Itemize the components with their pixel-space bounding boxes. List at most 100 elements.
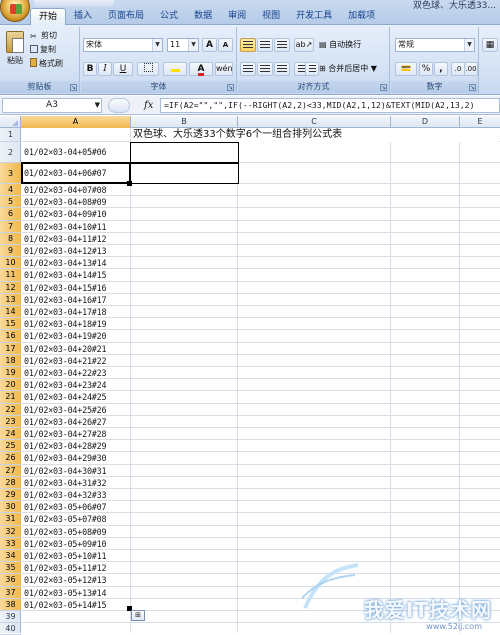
cell-a13[interactable]: 01/02×03-04+16#17 xyxy=(21,294,130,306)
merge-center-button[interactable]: ⊞ 合并后居中 ▼ xyxy=(318,62,388,76)
row-header-6[interactable]: 6 xyxy=(0,208,21,221)
number-format-select[interactable]: 常规 ▼ xyxy=(395,38,475,52)
cell-a8[interactable]: 01/02×03-04+11#12 xyxy=(21,233,130,245)
align-top-button[interactable] xyxy=(240,38,256,52)
increase-decimal-button[interactable]: .0 xyxy=(451,62,465,76)
row-header-26[interactable]: 26 xyxy=(0,452,21,465)
row-header-2[interactable]: 2 xyxy=(0,142,21,163)
cell-a22[interactable]: 01/02×03-04+25#26 xyxy=(21,404,130,416)
cell-a23[interactable]: 01/02×03-04+26#27 xyxy=(21,416,130,428)
cell-a27[interactable]: 01/02×03-04+30#31 xyxy=(21,465,130,477)
cell-a3[interactable]: 01/02×03-04+06#07 xyxy=(21,163,130,184)
cell-a14[interactable]: 01/02×03-04+17#18 xyxy=(21,306,130,318)
row-header-16[interactable]: 16 xyxy=(0,330,21,343)
column-header-b[interactable]: B xyxy=(131,116,238,128)
orientation-button[interactable]: ab↗ xyxy=(294,38,314,52)
align-middle-button[interactable] xyxy=(257,38,273,52)
grow-font-button[interactable]: A xyxy=(202,38,217,52)
row-header-24[interactable]: 24 xyxy=(0,428,21,441)
row-header-17[interactable]: 17 xyxy=(0,342,21,355)
cell-a31[interactable]: 01/02×03-05+07#08 xyxy=(21,513,130,525)
row-header-13[interactable]: 13 xyxy=(0,293,21,306)
row-header-23[interactable]: 23 xyxy=(0,415,21,428)
fill-color-button[interactable] xyxy=(163,62,187,76)
insert-function-button[interactable]: fx xyxy=(144,98,153,113)
row-header-28[interactable]: 28 xyxy=(0,476,21,489)
dialog-launcher-icon[interactable]: ↘ xyxy=(469,84,476,91)
row-header-34[interactable]: 34 xyxy=(0,550,21,563)
tab-7[interactable]: 开发工具 xyxy=(288,8,340,25)
cell-a29[interactable]: 01/02×03-04+32#33 xyxy=(21,489,130,501)
select-all-button[interactable] xyxy=(0,116,21,128)
paste-button[interactable]: 粘贴 xyxy=(4,31,26,71)
row-header-1[interactable]: 1 xyxy=(0,128,21,142)
tab-5[interactable]: 审阅 xyxy=(220,8,254,25)
row-header-14[interactable]: 14 xyxy=(0,306,21,319)
cell-a24[interactable]: 01/02×03-04+27#28 xyxy=(21,428,130,440)
borders-button[interactable] xyxy=(137,62,159,76)
font-color-button[interactable]: A xyxy=(189,62,213,76)
font-name-select[interactable]: 宋体 ▼ xyxy=(83,38,163,52)
row-header-32[interactable]: 32 xyxy=(0,525,21,538)
autofill-options-button[interactable]: ⊞ xyxy=(131,610,145,621)
cell-a7[interactable]: 01/02×03-04+10#11 xyxy=(21,221,130,233)
row-header-31[interactable]: 31 xyxy=(0,513,21,526)
align-bottom-button[interactable] xyxy=(274,38,290,52)
cell-a6[interactable]: 01/02×03-04+09#10 xyxy=(21,208,130,220)
cell-a4[interactable]: 01/02×03-04+07#08 xyxy=(21,184,130,196)
row-header-33[interactable]: 33 xyxy=(0,537,21,550)
cell-a28[interactable]: 01/02×03-04+31#32 xyxy=(21,477,130,489)
row-header-20[interactable]: 20 xyxy=(0,379,21,392)
cell-a5[interactable]: 01/02×03-04+08#09 xyxy=(21,196,130,208)
phonetic-button[interactable]: wén xyxy=(215,62,233,76)
cell-a21[interactable]: 01/02×03-04+24#25 xyxy=(21,391,130,403)
cell-a9[interactable]: 01/02×03-04+12#13 xyxy=(21,245,130,257)
row-header-3[interactable]: 3 xyxy=(0,163,21,184)
cell-a38[interactable]: 01/02×03-05+14#15 xyxy=(21,599,130,611)
tab-8[interactable]: 加载项 xyxy=(340,8,383,25)
cancel-confirm-icon[interactable] xyxy=(108,98,130,113)
tab-4[interactable]: 数据 xyxy=(186,8,220,25)
row-header-7[interactable]: 7 xyxy=(0,220,21,233)
row-header-37[interactable]: 37 xyxy=(0,586,21,599)
row-header-18[interactable]: 18 xyxy=(0,354,21,367)
cell-b3-bordered[interactable] xyxy=(130,163,239,184)
cut-button[interactable]: ✂ 剪切 xyxy=(30,30,57,42)
cell-a11[interactable]: 01/02×03-04+14#15 xyxy=(21,269,130,281)
worksheet-grid[interactable]: 双色球、大乐透33个数字6个一组合排列公式表 ⊞ 01/02×03-04+05#… xyxy=(21,128,500,633)
cell-a19[interactable]: 01/02×03-04+22#23 xyxy=(21,367,130,379)
cell-a36[interactable]: 01/02×03-05+12#13 xyxy=(21,574,130,586)
row-header-36[interactable]: 36 xyxy=(0,574,21,587)
copy-button[interactable]: 复制 xyxy=(30,44,56,56)
cell-a17[interactable]: 01/02×03-04+20#21 xyxy=(21,343,130,355)
align-center-button[interactable] xyxy=(257,62,273,76)
column-header-d[interactable]: D xyxy=(391,116,460,128)
accounting-button[interactable]: 💳 xyxy=(395,62,417,76)
row-header-15[interactable]: 15 xyxy=(0,318,21,331)
format-painter-button[interactable]: 格式刷 xyxy=(30,58,63,70)
tab-0[interactable]: 开始 xyxy=(30,8,67,26)
wrap-text-button[interactable]: ▤ 自动换行 xyxy=(318,38,388,52)
row-header-39[interactable]: 39 xyxy=(0,611,21,624)
cell-a32[interactable]: 01/02×03-05+08#09 xyxy=(21,526,130,538)
cell-a25[interactable]: 01/02×03-04+28#29 xyxy=(21,440,130,452)
increase-indent-button[interactable] xyxy=(305,62,319,76)
cell-a30[interactable]: 01/02×03-05+06#07 xyxy=(21,501,130,513)
formula-input[interactable]: =IF(A2="","",IF(--RIGHT(A2,2)<33,MID(A2,… xyxy=(160,98,500,113)
row-header-35[interactable]: 35 xyxy=(0,562,21,575)
row-header-11[interactable]: 11 xyxy=(0,269,21,282)
italic-button[interactable]: I xyxy=(98,62,112,76)
row-header-25[interactable]: 25 xyxy=(0,440,21,453)
cell-a18[interactable]: 01/02×03-04+21#22 xyxy=(21,355,130,367)
tab-3[interactable]: 公式 xyxy=(152,8,186,25)
column-header-e[interactable]: E xyxy=(460,116,500,128)
row-header-40[interactable]: 40 xyxy=(0,623,21,635)
office-button[interactable] xyxy=(0,0,30,22)
row-header-22[interactable]: 22 xyxy=(0,403,21,416)
decrease-decimal-button[interactable]: .00 xyxy=(464,62,478,76)
cell-b2-bordered[interactable] xyxy=(130,142,239,163)
cell-a2[interactable]: 01/02×03-04+05#06 xyxy=(21,142,130,163)
cell-a26[interactable]: 01/02×03-04+29#30 xyxy=(21,452,130,464)
align-left-button[interactable] xyxy=(240,62,256,76)
sheet-title-cell[interactable]: 双色球、大乐透33个数字6个一组合排列公式表 xyxy=(131,128,499,142)
